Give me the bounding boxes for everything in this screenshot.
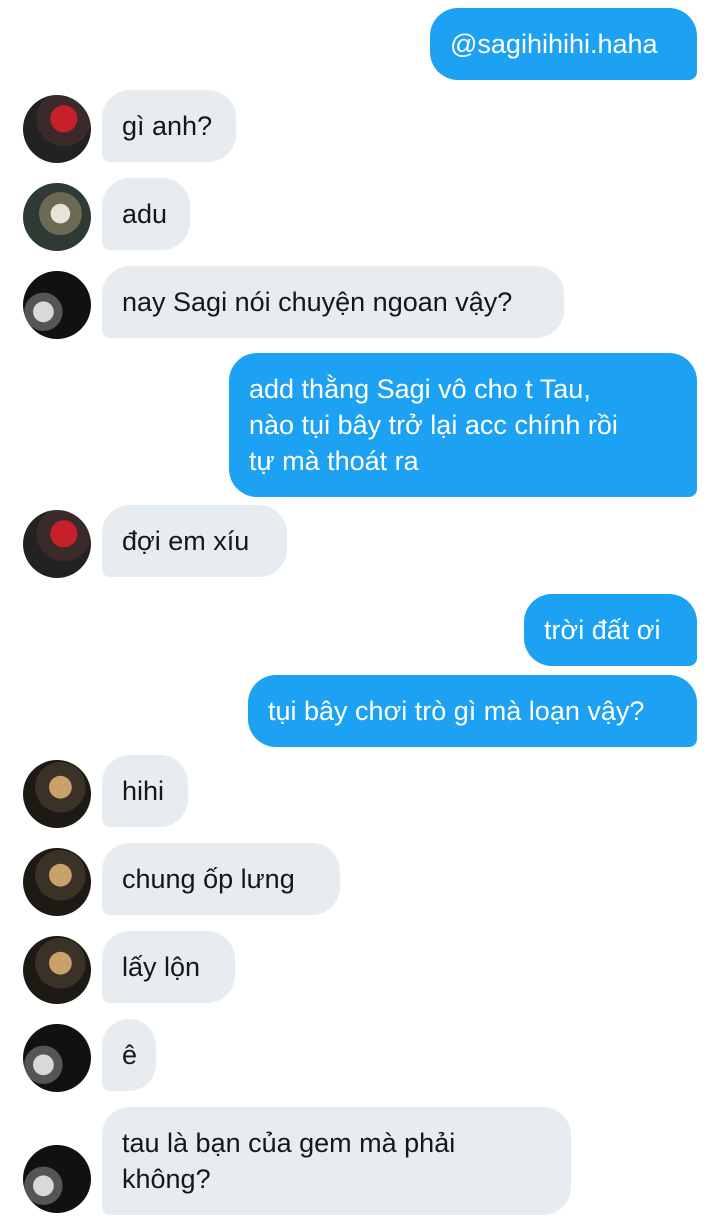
message-text-line: nào tụi bây trở lại acc chính rồi xyxy=(249,410,618,440)
message-bubble-incoming[interactable]: adu xyxy=(102,178,190,250)
message-text: adu xyxy=(122,199,168,229)
message-text: hihi xyxy=(122,776,165,806)
message-text: ê xyxy=(122,1040,138,1070)
avatar[interactable] xyxy=(23,510,91,578)
avatar[interactable] xyxy=(23,271,91,339)
message-text: lấy lộn xyxy=(122,952,201,982)
message-text-line: tau là bạn của gem mà phải xyxy=(122,1128,456,1158)
message-bubble-outgoing[interactable]: trời đất ơi xyxy=(524,594,697,666)
message-text: gì anh? xyxy=(122,111,213,141)
message-text-line: không? xyxy=(122,1164,211,1194)
avatar[interactable] xyxy=(23,1024,91,1092)
message-text: trời đất ơi xyxy=(544,615,661,645)
message-text: nay Sagi nói chuyện ngoan vậy? xyxy=(122,287,513,317)
avatar[interactable] xyxy=(23,760,91,828)
message-text-line: add thằng Sagi vô cho t Tau, xyxy=(249,374,591,404)
message-bubble-incoming[interactable]: ê xyxy=(102,1019,156,1091)
message-text: chung ốp lưng xyxy=(122,864,295,894)
message-bubble-incoming[interactable]: gì anh? xyxy=(102,90,236,162)
message-bubble-incoming[interactable]: tau là bạn của gem mà phải không? xyxy=(102,1107,571,1215)
message-bubble-outgoing[interactable]: tụi bây chơi trò gì mà loạn vậy? xyxy=(248,675,697,747)
message-bubble-incoming[interactable]: chung ốp lưng xyxy=(102,843,340,915)
message-bubble-outgoing[interactable]: add thằng Sagi vô cho t Tau, nào tụi bây… xyxy=(229,353,697,497)
message-text: tụi bây chơi trò gì mà loạn vậy? xyxy=(268,696,645,726)
avatar[interactable] xyxy=(23,95,91,163)
message-text: @sagihihihi.haha xyxy=(450,29,658,59)
avatar[interactable] xyxy=(23,1145,91,1213)
avatar[interactable] xyxy=(23,848,91,916)
avatar[interactable] xyxy=(23,936,91,1004)
message-bubble-incoming[interactable]: lấy lộn xyxy=(102,931,235,1003)
message-text-line: tự mà thoát ra xyxy=(249,446,419,476)
message-bubble-incoming[interactable]: đợi em xíu xyxy=(102,505,287,577)
avatar[interactable] xyxy=(23,183,91,251)
message-bubble-incoming[interactable]: hihi xyxy=(102,755,188,827)
message-bubble-outgoing[interactable]: @sagihihihi.haha xyxy=(430,8,697,80)
message-bubble-incoming[interactable]: nay Sagi nói chuyện ngoan vậy? xyxy=(102,266,564,338)
message-text: đợi em xíu xyxy=(122,526,250,556)
